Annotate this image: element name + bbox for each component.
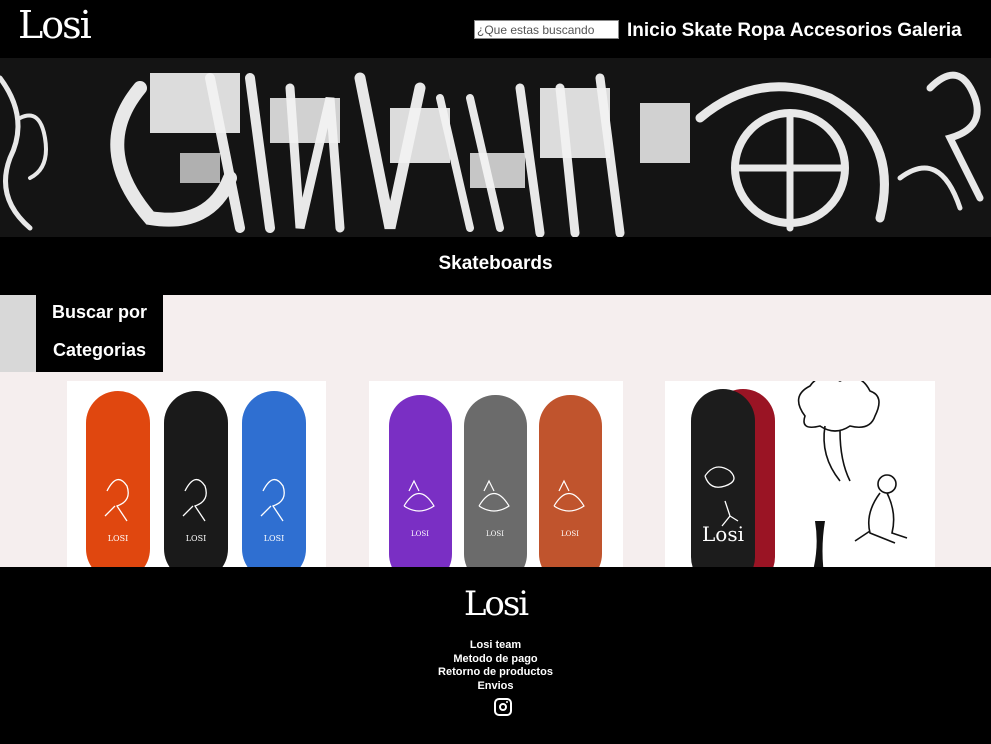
site-header: Losi Inicio Skate Ropa Accesorios Galeri… xyxy=(0,0,991,58)
svg-text:LOSI: LOSI xyxy=(411,530,429,538)
product-card[interactable]: LOSI LOSI LOSI xyxy=(67,381,326,567)
nav-galeria[interactable]: Galeria xyxy=(897,20,961,42)
svg-text:LOSI: LOSI xyxy=(561,530,579,538)
categories-filter-button[interactable]: Buscar por Categorias xyxy=(36,295,163,372)
product-image-deck-set-1: LOSI LOSI LOSI xyxy=(86,391,306,567)
sidebar-strip xyxy=(0,295,36,372)
site-footer: Losi Losi team Metodo de pago Retorno de… xyxy=(0,567,991,744)
instagram-icon[interactable] xyxy=(494,698,512,716)
product-card[interactable]: Losi xyxy=(665,381,935,567)
nav-ropa[interactable]: Ropa xyxy=(737,20,785,42)
nav-inicio[interactable]: Inicio xyxy=(627,20,677,42)
footer-links: Losi team Metodo de pago Retorno de prod… xyxy=(0,639,991,693)
svg-text:LOSI: LOSI xyxy=(486,530,504,538)
products-area: Buscar por Categorias LOSI LOSI LOSI LOS… xyxy=(0,295,991,567)
categories-label-line1: Buscar por xyxy=(51,302,148,322)
footer-link-losi-team[interactable]: Losi team xyxy=(0,639,991,653)
svg-text:LOSI: LOSI xyxy=(186,534,207,543)
site-logo[interactable]: Losi xyxy=(18,6,92,44)
svg-text:LOSI: LOSI xyxy=(108,534,129,543)
footer-link-envios[interactable]: Envios xyxy=(0,680,991,694)
svg-text:LOSI: LOSI xyxy=(264,534,285,543)
main-nav: Inicio Skate Ropa Accesorios Galeria xyxy=(627,20,962,42)
hero-banner-image xyxy=(0,58,991,237)
search-input[interactable] xyxy=(474,20,619,39)
footer-logo[interactable]: Losi xyxy=(0,587,991,621)
categories-label-line2: Categorias xyxy=(52,340,147,360)
section-title: Skateboards xyxy=(438,253,553,274)
product-card[interactable]: LOSI LOSI LOSI xyxy=(369,381,623,567)
nav-skate[interactable]: Skate xyxy=(682,20,733,42)
section-title-bar: Skateboards xyxy=(0,237,991,295)
nav-accesorios[interactable]: Accesorios xyxy=(790,20,892,42)
svg-text:Losi: Losi xyxy=(702,522,744,546)
product-image-deck-set-3: Losi xyxy=(691,381,908,567)
footer-link-retorno[interactable]: Retorno de productos xyxy=(0,666,991,680)
footer-link-metodo-de-pago[interactable]: Metodo de pago xyxy=(0,653,991,667)
product-image-deck-set-2: LOSI LOSI LOSI xyxy=(389,395,602,567)
